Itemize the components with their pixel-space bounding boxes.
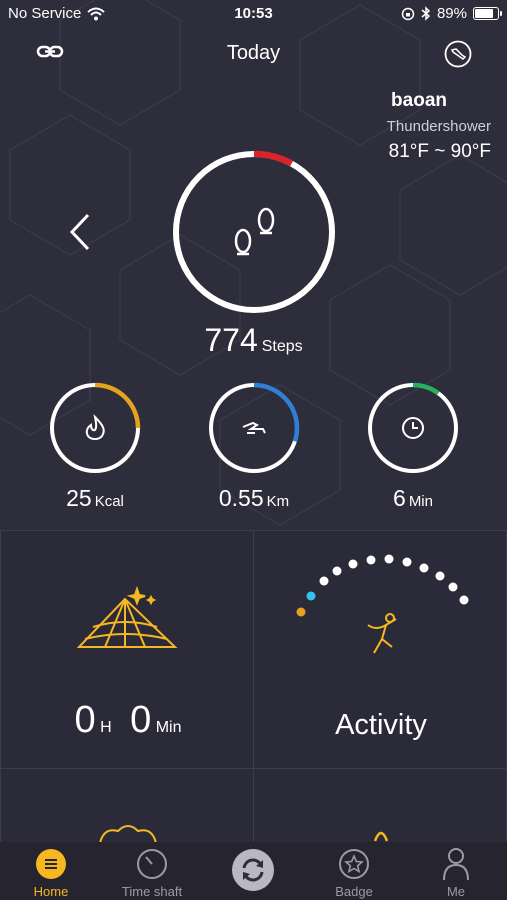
calories-label: 25 Kcal <box>35 485 155 512</box>
weather-city: baoan <box>391 90 447 111</box>
page-title: Today <box>226 42 281 64</box>
star-badge-icon <box>339 849 369 879</box>
run-icon <box>242 421 266 434</box>
sleep-duration: 0 H 0 Min <box>1 699 255 742</box>
feature-grid: 0 H 0 Min Activity <box>0 530 507 848</box>
duration-progress-arc <box>412 382 440 396</box>
tab-time-shaft[interactable]: Time shaft <box>102 842 202 900</box>
jumping-person-icon <box>367 613 397 654</box>
activity-dot-current <box>306 591 316 601</box>
duration-value: 6 <box>393 485 406 511</box>
distance-ring <box>209 382 300 473</box>
tab-home[interactable]: Home <box>1 842 101 900</box>
tab-sync[interactable] <box>203 842 303 900</box>
tent-icon <box>76 585 178 648</box>
shoe-icon[interactable] <box>444 40 472 68</box>
footprints-icon <box>234 207 275 256</box>
distance-label: 0.55 Km <box>194 485 314 512</box>
tab-me-label: Me <box>446 884 466 899</box>
status-bar: No Service 10:53 89% <box>0 0 507 28</box>
steps-value: 774 <box>204 322 258 358</box>
sleep-hours: 0 <box>74 699 96 741</box>
steps-unit: Steps <box>261 338 303 355</box>
battery-icon <box>473 7 502 20</box>
calories-value: 25 <box>66 485 92 511</box>
clock-icon <box>402 417 424 439</box>
weather-condition: Thundershower <box>386 118 491 135</box>
sleep-minutes-unit: Min <box>155 719 182 736</box>
tab-time-shaft-label: Time shaft <box>121 884 183 899</box>
duration-label: 6 Min <box>353 485 473 512</box>
sleep-tile[interactable]: 0 H 0 Min <box>0 530 254 770</box>
tab-home-label: Home <box>33 884 69 899</box>
previous-day-chevron-icon[interactable] <box>68 212 92 252</box>
calories-ring <box>50 382 141 473</box>
tab-me[interactable]: Me <box>406 842 506 900</box>
distance-progress-arc <box>253 382 300 442</box>
activity-tile[interactable]: Activity <box>253 530 507 770</box>
sync-icon <box>232 849 274 891</box>
weather-widget: baoan Thundershower 81°F ~ 90°F <box>387 90 491 163</box>
tab-badge[interactable]: Badge <box>304 842 404 900</box>
bottom-left-tile[interactable] <box>0 768 254 848</box>
bluetooth-icon <box>421 6 431 21</box>
bottom-right-tile[interactable] <box>253 768 507 848</box>
battery-percent: 89% <box>436 5 467 22</box>
flame-icon <box>85 413 105 440</box>
tab-badge-label: Badge <box>335 884 373 899</box>
gauge-icon <box>137 849 167 879</box>
distance-unit: Km <box>266 493 290 510</box>
cloud-icon <box>99 825 157 843</box>
home-list-icon <box>36 849 66 879</box>
steps-progress-arc <box>253 150 294 167</box>
calories-unit: Kcal <box>94 493 124 510</box>
person-icon <box>443 848 469 881</box>
rotation-lock-icon <box>401 7 415 20</box>
distance-value: 0.55 <box>218 485 264 511</box>
steps-ring <box>173 150 335 313</box>
duration-unit: Min <box>408 493 433 510</box>
sleep-minutes: 0 <box>130 699 152 741</box>
duration-ring <box>368 382 458 473</box>
sleep-hours-unit: H <box>100 719 112 736</box>
tab-bar: Home Time shaft Badge Me <box>0 842 507 900</box>
steps-summary: 774 Steps <box>0 322 507 359</box>
weather-temperature: 81°F ~ 90°F <box>388 141 491 162</box>
activity-dots <box>296 554 469 617</box>
activity-label: Activity <box>335 709 427 741</box>
activity-dot-start <box>296 607 306 617</box>
partial-circle-icon <box>373 831 389 842</box>
calories-progress-arc <box>94 382 141 429</box>
